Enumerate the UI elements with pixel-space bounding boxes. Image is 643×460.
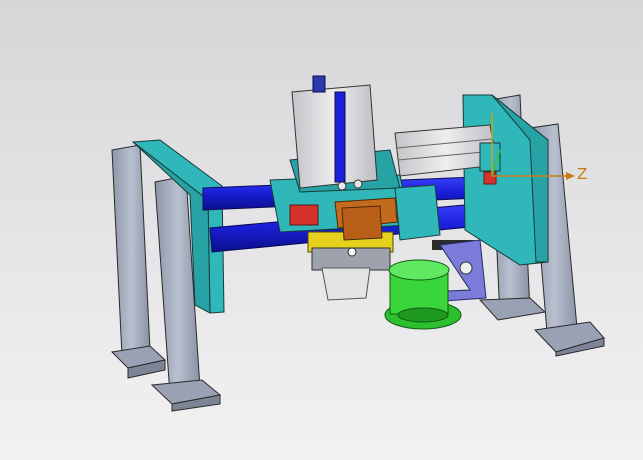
cad-3d-viewport[interactable]: Z	[0, 0, 643, 460]
vertical-pneumatic-cylinder	[291, 75, 378, 191]
right-frame-plate	[462, 94, 549, 266]
left-support-leg-rear	[110, 144, 167, 379]
horizontal-pneumatic-cylinder	[394, 124, 501, 185]
mechanical-assembly-model[interactable]	[0, 0, 643, 460]
z-axis-label: Z	[577, 165, 588, 183]
